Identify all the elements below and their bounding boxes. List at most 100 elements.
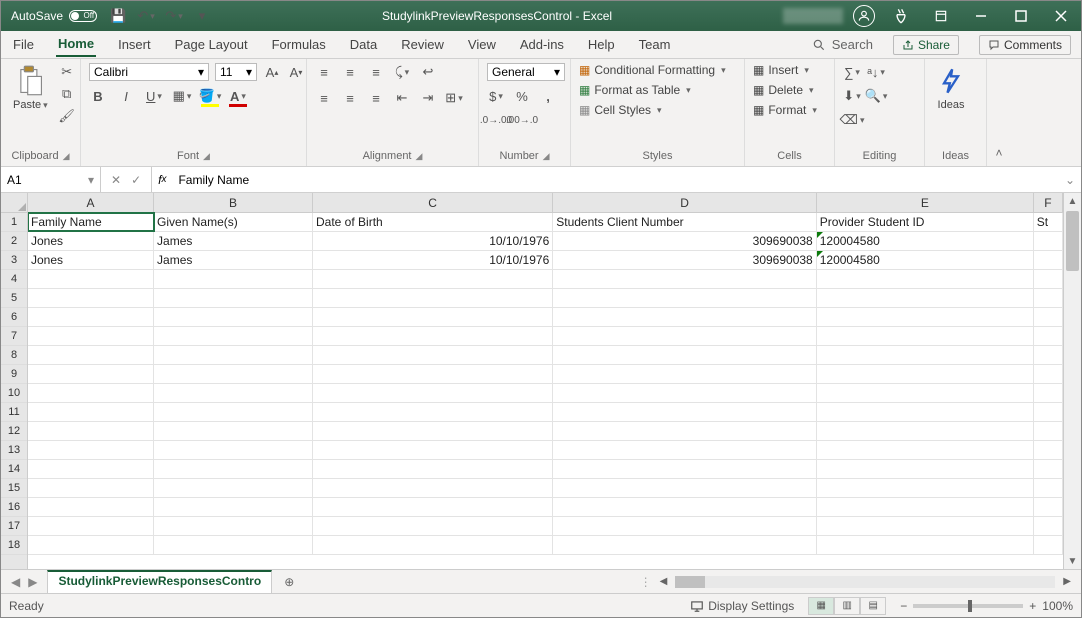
cell[interactable] xyxy=(1034,498,1063,516)
cell[interactable] xyxy=(28,346,154,364)
cell[interactable] xyxy=(154,403,313,421)
cell[interactable]: Provider Student ID xyxy=(817,213,1034,231)
row-header[interactable]: 12 xyxy=(1,422,27,441)
cell[interactable]: Jones xyxy=(28,232,154,250)
cell[interactable] xyxy=(817,308,1034,326)
clear-icon[interactable]: ⌫ xyxy=(843,111,861,129)
row-header[interactable]: 2 xyxy=(1,232,27,251)
cell[interactable] xyxy=(154,536,313,554)
tab-team[interactable]: Team xyxy=(637,33,673,56)
cell[interactable] xyxy=(1034,403,1063,421)
increase-font-icon[interactable]: A▴ xyxy=(263,63,281,81)
tab-review[interactable]: Review xyxy=(399,33,446,56)
row-header[interactable]: 10 xyxy=(1,384,27,403)
autosum-icon[interactable]: ∑ xyxy=(843,63,861,81)
cell[interactable] xyxy=(1034,308,1063,326)
cell[interactable] xyxy=(28,403,154,421)
cell[interactable] xyxy=(154,479,313,497)
new-sheet-button[interactable]: ⊕ xyxy=(272,570,306,593)
cell[interactable] xyxy=(1034,251,1063,269)
cell[interactable] xyxy=(553,289,816,307)
border-icon[interactable]: ▦ xyxy=(173,87,191,105)
cut-icon[interactable]: ✂ xyxy=(58,63,76,81)
cell[interactable] xyxy=(553,460,816,478)
align-middle-icon[interactable]: ≡ xyxy=(341,63,359,81)
cell[interactable] xyxy=(154,346,313,364)
sheet-nav-next-icon[interactable]: ▶ xyxy=(28,575,37,589)
cell[interactable] xyxy=(28,308,154,326)
italic-icon[interactable]: I xyxy=(117,87,135,105)
fill-color-icon[interactable]: 🪣 xyxy=(201,87,219,105)
column-header-F[interactable]: F xyxy=(1034,193,1063,212)
page-break-view-button[interactable]: ▤ xyxy=(860,597,886,615)
cell[interactable] xyxy=(28,479,154,497)
maximize-button[interactable] xyxy=(1001,1,1041,31)
hscroll-left-icon[interactable]: ◀ xyxy=(656,576,672,587)
cell[interactable] xyxy=(313,441,553,459)
column-header-C[interactable]: C xyxy=(313,193,553,212)
cell[interactable]: Given Name(s) xyxy=(154,213,313,231)
cell[interactable] xyxy=(553,498,816,516)
cell[interactable] xyxy=(817,346,1034,364)
align-right-icon[interactable]: ≡ xyxy=(367,89,385,107)
column-header-E[interactable]: E xyxy=(817,193,1034,212)
cell[interactable] xyxy=(313,346,553,364)
percent-format-icon[interactable]: % xyxy=(513,87,531,105)
cell[interactable] xyxy=(817,384,1034,402)
name-box[interactable]: A1▾ xyxy=(1,167,101,192)
scroll-down-icon[interactable]: ▼ xyxy=(1064,553,1081,569)
cell[interactable] xyxy=(313,460,553,478)
cell[interactable] xyxy=(28,498,154,516)
column-header-B[interactable]: B xyxy=(154,193,313,212)
cell[interactable] xyxy=(28,270,154,288)
normal-view-button[interactable]: ▦ xyxy=(808,597,834,615)
sheet-tab[interactable]: StudylinkPreviewResponsesContro xyxy=(47,570,272,593)
minimize-button[interactable] xyxy=(961,1,1001,31)
cell[interactable] xyxy=(313,327,553,345)
cell[interactable] xyxy=(28,327,154,345)
scroll-up-icon[interactable]: ▲ xyxy=(1064,193,1081,209)
cell[interactable] xyxy=(817,460,1034,478)
cell[interactable] xyxy=(817,289,1034,307)
vertical-scrollbar[interactable]: ▲ ▼ xyxy=(1063,193,1081,569)
format-cells-button[interactable]: ▦ Format xyxy=(753,103,817,117)
tab-home[interactable]: Home xyxy=(56,32,96,57)
cell[interactable]: 120004580 xyxy=(817,251,1034,269)
cell[interactable] xyxy=(313,403,553,421)
cell[interactable] xyxy=(313,498,553,516)
row-header[interactable]: 18 xyxy=(1,536,27,555)
cell[interactable] xyxy=(154,384,313,402)
cell[interactable] xyxy=(1034,517,1063,535)
align-center-icon[interactable]: ≡ xyxy=(341,89,359,107)
cell[interactable] xyxy=(154,498,313,516)
row-header[interactable]: 1 xyxy=(1,213,27,232)
cell[interactable] xyxy=(1034,327,1063,345)
cell[interactable] xyxy=(154,441,313,459)
decrease-decimal-icon[interactable]: .00→.0 xyxy=(513,111,531,129)
cell[interactable] xyxy=(553,308,816,326)
cell[interactable] xyxy=(1034,289,1063,307)
cell[interactable] xyxy=(553,479,816,497)
sheet-nav-prev-icon[interactable]: ◀ xyxy=(11,575,20,589)
cell[interactable] xyxy=(1034,422,1063,440)
horizontal-scrollbar[interactable] xyxy=(675,576,1055,588)
tab-file[interactable]: File xyxy=(11,33,36,56)
cell[interactable] xyxy=(1034,346,1063,364)
fill-icon[interactable]: ⬇ xyxy=(843,87,861,105)
row-header[interactable]: 4 xyxy=(1,270,27,289)
align-top-icon[interactable]: ≡ xyxy=(315,63,333,81)
cell[interactable] xyxy=(553,441,816,459)
font-color-icon[interactable]: A xyxy=(229,87,247,105)
cell-styles-button[interactable]: ▦Cell Styles xyxy=(579,103,662,117)
bold-icon[interactable]: B xyxy=(89,87,107,105)
cell[interactable] xyxy=(1034,460,1063,478)
cell[interactable] xyxy=(313,536,553,554)
cell[interactable] xyxy=(1034,270,1063,288)
cell[interactable] xyxy=(817,479,1034,497)
cell[interactable] xyxy=(553,384,816,402)
row-header[interactable]: 15 xyxy=(1,479,27,498)
formula-bar-input[interactable]: Family Name xyxy=(172,167,1059,192)
cell[interactable] xyxy=(817,365,1034,383)
increase-indent-icon[interactable]: ⇥ xyxy=(419,89,437,107)
wrap-text-icon[interactable]: ↩ xyxy=(419,63,437,81)
